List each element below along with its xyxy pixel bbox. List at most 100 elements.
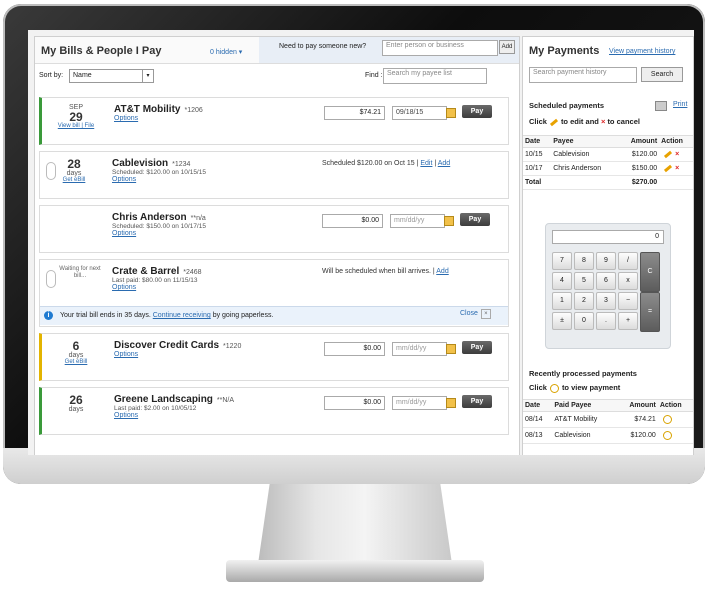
options-link[interactable]: Options bbox=[114, 412, 234, 419]
chevron-down-icon: ▾ bbox=[142, 70, 153, 82]
amount-input[interactable]: $0.00 bbox=[324, 396, 385, 410]
due-day: 28 bbox=[67, 157, 81, 171]
payment-history-link[interactable]: View payment history bbox=[609, 48, 675, 55]
waiting-text: Waiting for next bill... bbox=[59, 266, 101, 279]
amount-input[interactable]: $0.00 bbox=[322, 214, 383, 228]
calc-key-8[interactable]: 8 bbox=[574, 252, 594, 270]
options-link[interactable]: Options bbox=[112, 230, 206, 237]
edit-icon[interactable] bbox=[664, 150, 673, 158]
cell-date: 08/14 bbox=[523, 411, 553, 428]
calc-key-minus[interactable]: − bbox=[618, 292, 638, 310]
cell-action: × bbox=[659, 147, 693, 162]
pay-button[interactable]: Pay bbox=[462, 341, 492, 354]
close-notice-button[interactable]: Close × bbox=[460, 309, 491, 319]
printer-icon[interactable] bbox=[655, 101, 667, 111]
view-bill-link[interactable]: View bill | File bbox=[46, 123, 106, 129]
calc-key-2[interactable]: 2 bbox=[574, 292, 594, 310]
cell-payee: Cablevision bbox=[552, 427, 617, 444]
col-amount: Amount bbox=[616, 399, 658, 412]
search-button[interactable]: Search bbox=[641, 67, 683, 82]
amount-input[interactable]: $0.00 bbox=[324, 342, 385, 356]
cell-date: 08/13 bbox=[523, 427, 553, 444]
table-row: 10/17 Chris Anderson $150.00 × bbox=[523, 161, 693, 176]
get-ebill-link[interactable]: Get eBill bbox=[44, 177, 104, 183]
edit-cancel-hint: Click to edit and × to cancel bbox=[529, 117, 640, 126]
scheduled-table: Date Payee Amount Action 10/15 Cablevisi… bbox=[523, 135, 693, 190]
cell-date: 10/17 bbox=[523, 161, 552, 176]
due-date: 26 days bbox=[46, 394, 106, 413]
due-days-label: days bbox=[68, 352, 84, 359]
edit-icon[interactable] bbox=[664, 164, 673, 172]
screen: My Bills & People I Pay 0 hidden ▾ Need … bbox=[28, 30, 694, 455]
total-label: Total bbox=[523, 175, 552, 190]
pay-date-input[interactable]: mm/dd/yy bbox=[392, 342, 447, 356]
calendar-icon[interactable] bbox=[444, 216, 454, 226]
payee-info: Chris Anderson **n/a Scheduled: $150.00 o… bbox=[112, 212, 206, 237]
due-date: Waiting for next bill... bbox=[58, 266, 102, 280]
magnifier-icon bbox=[549, 383, 559, 393]
calc-key-3[interactable]: 3 bbox=[596, 292, 616, 310]
payee-search-input[interactable]: Enter person or business bbox=[382, 40, 498, 56]
payee-info: Cablevision *1234 Scheduled: $120.00 on 1… bbox=[112, 158, 206, 183]
col-payee: Payee bbox=[551, 135, 620, 148]
continue-receiving-link[interactable]: Continue receiving bbox=[153, 312, 211, 319]
calendar-icon[interactable] bbox=[446, 398, 456, 408]
view-payment-icon[interactable] bbox=[662, 415, 672, 424]
payee-name: Chris Anderson bbox=[112, 212, 187, 223]
get-ebill-link[interactable]: Get eBill bbox=[46, 359, 106, 365]
add-payee-button[interactable]: Add bbox=[499, 40, 515, 54]
calendar-icon[interactable] bbox=[446, 108, 456, 118]
hint-cancel: to cancel bbox=[607, 117, 640, 126]
pay-button[interactable]: Pay bbox=[462, 395, 492, 408]
options-link[interactable]: Options bbox=[112, 284, 202, 291]
payee-account: *2468 bbox=[183, 269, 202, 276]
calc-key-clear[interactable]: C bbox=[640, 252, 660, 292]
col-paid-payee: Paid Payee bbox=[552, 399, 617, 412]
pay-button[interactable]: Pay bbox=[462, 105, 492, 118]
calc-key-6[interactable]: 6 bbox=[596, 272, 616, 290]
calc-key-multiply[interactable]: x bbox=[618, 272, 638, 290]
pay-button[interactable]: Pay bbox=[460, 213, 490, 226]
table-row: 10/15 Cablevision $120.00 × bbox=[523, 147, 693, 162]
find-payee-input[interactable]: Search my payee list bbox=[383, 68, 487, 84]
calendar-icon[interactable] bbox=[446, 344, 456, 354]
trial-text: Your trial bill ends in 35 days. Continu… bbox=[60, 312, 273, 319]
amount-input[interactable]: $74.21 bbox=[324, 106, 385, 120]
options-link[interactable]: Options bbox=[112, 176, 206, 183]
calc-key-plusminus[interactable]: ± bbox=[552, 312, 572, 330]
view-payment-icon[interactable] bbox=[662, 431, 672, 440]
calc-key-5[interactable]: 5 bbox=[574, 272, 594, 290]
calc-key-decimal[interactable]: . bbox=[596, 312, 616, 330]
calc-key-9[interactable]: 9 bbox=[596, 252, 616, 270]
pay-date-input[interactable]: 09/18/15 bbox=[392, 106, 447, 120]
hint-edit: to edit and bbox=[560, 117, 599, 126]
calc-key-equals[interactable]: = bbox=[640, 292, 660, 332]
cell-payee: Cablevision bbox=[551, 147, 620, 162]
calc-key-4[interactable]: 4 bbox=[552, 272, 572, 290]
cancel-icon[interactable]: × bbox=[675, 151, 679, 158]
payee-name: Greene Landscaping bbox=[114, 394, 213, 405]
calc-key-0[interactable]: 0 bbox=[574, 312, 594, 330]
options-link[interactable]: Options bbox=[114, 115, 203, 122]
calculator: 0 7 8 9 / C 4 5 6 x 1 2 3 − ± 0 . + = bbox=[545, 223, 671, 349]
pay-new-label: Need to pay someone new? bbox=[279, 43, 367, 50]
edit-link[interactable]: Edit bbox=[420, 160, 432, 167]
cancel-icon[interactable]: × bbox=[675, 165, 679, 172]
pay-date-input[interactable]: mm/dd/yy bbox=[392, 396, 447, 410]
print-link[interactable]: Print bbox=[673, 101, 687, 108]
hidden-payees-link[interactable]: 0 hidden ▾ bbox=[210, 48, 242, 56]
pay-date-input[interactable]: mm/dd/yy bbox=[390, 214, 445, 228]
sort-select[interactable]: Name ▾ bbox=[69, 69, 154, 83]
search-history-input[interactable]: Search payment history bbox=[529, 67, 637, 83]
calc-key-7[interactable]: 7 bbox=[552, 252, 572, 270]
calc-key-1[interactable]: 1 bbox=[552, 292, 572, 310]
add-link[interactable]: Add bbox=[438, 160, 450, 167]
cell-action: × bbox=[659, 161, 693, 176]
bills-panel: My Bills & People I Pay 0 hidden ▾ Need … bbox=[34, 36, 520, 455]
add-link[interactable]: Add bbox=[436, 268, 448, 275]
trial-notice: i Your trial bill ends in 35 days. Conti… bbox=[40, 306, 508, 325]
calc-key-plus[interactable]: + bbox=[618, 312, 638, 330]
options-link[interactable]: Options bbox=[114, 351, 241, 358]
calc-key-divide[interactable]: / bbox=[618, 252, 638, 270]
hint-click: Click bbox=[529, 383, 547, 392]
